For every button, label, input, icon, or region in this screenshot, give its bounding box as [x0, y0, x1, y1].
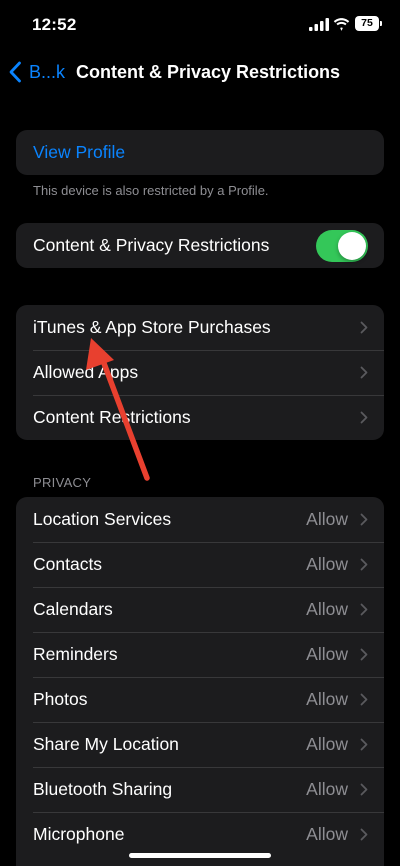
- row-value: Allow: [306, 689, 348, 709]
- row-value: Allow: [306, 554, 348, 574]
- view-profile-label: View Profile: [33, 142, 126, 162]
- chevron-right-icon: [360, 603, 368, 616]
- chevron-left-icon: [9, 61, 21, 83]
- signal-icon: [309, 18, 329, 31]
- row-label: Photos: [33, 689, 88, 709]
- chevron-right-icon: [360, 411, 368, 424]
- profile-footnote: This device is also restricted by a Prof…: [33, 183, 269, 198]
- nav-bar: B...k Content & Privacy Restrictions: [0, 52, 400, 92]
- store-settings-group: iTunes & App Store Purchases Allowed App…: [16, 305, 384, 440]
- chevron-right-icon: [360, 828, 368, 841]
- restrictions-toggle-label: Content & Privacy Restrictions: [33, 235, 270, 255]
- chevron-right-icon: [360, 693, 368, 706]
- row-value: Allow: [306, 779, 348, 799]
- privacy-section-header: PRIVACY: [33, 475, 92, 490]
- profile-group: View Profile: [16, 130, 384, 175]
- photos-row[interactable]: Photos Allow: [16, 677, 384, 722]
- row-label: Reminders: [33, 644, 118, 664]
- row-label: Content Restrictions: [33, 407, 191, 427]
- row-label: Allowed Apps: [33, 362, 139, 382]
- battery-icon: 75: [355, 16, 382, 31]
- bluetooth-sharing-row[interactable]: Bluetooth Sharing Allow: [16, 767, 384, 812]
- row-value: Allow: [306, 734, 348, 754]
- row-value: Allow: [306, 644, 348, 664]
- calendars-row[interactable]: Calendars Allow: [16, 587, 384, 632]
- row-value: Allow: [306, 509, 348, 529]
- restrictions-toggle-group: Content & Privacy Restrictions: [16, 223, 384, 268]
- status-time: 12:52: [32, 15, 77, 34]
- contacts-row[interactable]: Contacts Allow: [16, 542, 384, 587]
- back-label: B...k: [29, 61, 66, 82]
- content-restrictions-row[interactable]: Content Restrictions: [16, 395, 384, 440]
- itunes-app-store-purchases-row[interactable]: iTunes & App Store Purchases: [16, 305, 384, 350]
- restrictions-toggle-row: Content & Privacy Restrictions: [16, 223, 384, 268]
- row-value: Allow: [306, 824, 348, 844]
- microphone-row[interactable]: Microphone Allow: [16, 812, 384, 857]
- restrictions-toggle-switch[interactable]: [316, 230, 368, 262]
- privacy-settings-group: Location Services Allow Contacts Allow C…: [16, 497, 384, 866]
- view-profile-button[interactable]: View Profile: [16, 130, 384, 175]
- chevron-right-icon: [360, 513, 368, 526]
- reminders-row[interactable]: Reminders Allow: [16, 632, 384, 677]
- status-bar: 12:52 75: [0, 0, 400, 50]
- chevron-right-icon: [360, 366, 368, 379]
- wifi-icon: [333, 18, 350, 31]
- chevron-right-icon: [360, 321, 368, 334]
- toggle-knob: [338, 232, 366, 260]
- chevron-right-icon: [360, 783, 368, 796]
- row-label: Location Services: [33, 509, 172, 529]
- row-label: Microphone: [33, 824, 125, 844]
- row-label: Contacts: [33, 554, 103, 574]
- chevron-right-icon: [360, 558, 368, 571]
- row-label: iTunes & App Store Purchases: [33, 317, 271, 337]
- share-my-location-row[interactable]: Share My Location Allow: [16, 722, 384, 767]
- row-label: Share My Location: [33, 734, 179, 754]
- home-indicator[interactable]: [129, 853, 271, 858]
- row-label: Calendars: [33, 599, 113, 619]
- back-button[interactable]: B...k: [8, 58, 65, 86]
- chevron-right-icon: [360, 738, 368, 751]
- chevron-right-icon: [360, 648, 368, 661]
- allowed-apps-row[interactable]: Allowed Apps: [16, 350, 384, 395]
- row-label: Bluetooth Sharing: [33, 779, 173, 799]
- location-services-row[interactable]: Location Services Allow: [16, 497, 384, 542]
- row-value: Allow: [306, 599, 348, 619]
- battery-level: 75: [361, 17, 373, 29]
- page-title: Content & Privacy Restrictions: [76, 62, 341, 82]
